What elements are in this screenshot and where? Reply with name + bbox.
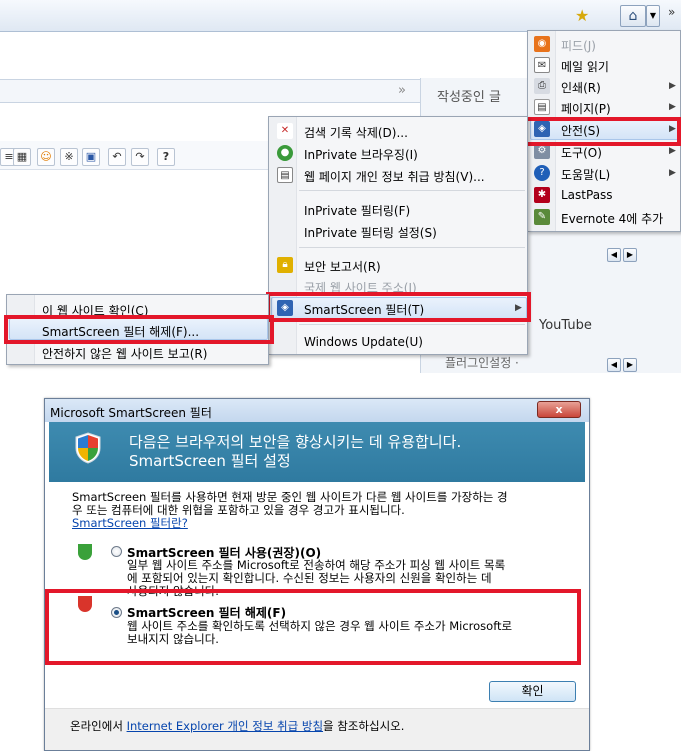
next-arrow-icon[interactable]: ▶ [623, 358, 637, 372]
what-is-smartscreen-link[interactable]: SmartScreen 필터란? [72, 517, 188, 530]
emoticon-icon[interactable]: ☺ [37, 148, 55, 166]
menu-item-evernote[interactable]: Evernote 4에 추가 [561, 210, 663, 227]
menu-item-report-unsafe[interactable]: 안전하지 않은 웹 사이트 보고(R) [42, 345, 207, 362]
evernote-icon: ✎ [534, 209, 550, 225]
highlight-box [266, 292, 531, 322]
menu-item-tools[interactable]: 도구(O) [561, 144, 602, 161]
expand-chevron-icon[interactable]: » [398, 83, 406, 98]
save-disk-icon[interactable]: ▣ [82, 148, 100, 166]
redo-icon[interactable]: ↷ [131, 148, 149, 166]
menu-item-delete-history[interactable]: 검색 기록 삭제(D)... [304, 124, 408, 141]
youtube-link[interactable]: YouTube [539, 318, 592, 333]
ok-button[interactable]: 확인 [489, 681, 576, 702]
editor-title-strip: » [0, 79, 420, 103]
help-question-icon[interactable]: ? [157, 148, 175, 166]
header-line-1: 다음은 브라우저의 보안을 향상시키는 데 유용합니다. [129, 433, 462, 451]
submenu-arrow-icon: ▶ [669, 81, 676, 91]
menu-item-help[interactable]: 도움말(L) [561, 166, 610, 183]
dialog-titlebar: Microsoft SmartScreen 필터 x [45, 399, 589, 422]
menu-item-page[interactable]: 페이지(P) [561, 100, 611, 117]
prev-arrow-icon[interactable]: ◀ [607, 358, 621, 372]
menu-item-security-report[interactable]: 보안 보고서(R) [304, 258, 381, 275]
page-icon: ▤ [534, 99, 550, 115]
help-icon: ? [534, 165, 550, 181]
undo-icon[interactable]: ↶ [108, 148, 126, 166]
menu-item-inprivate-filtering-settings[interactable]: InPrivate 필터링 설정(S) [304, 224, 437, 241]
close-button[interactable]: x [537, 401, 581, 418]
windows-shield-icon [75, 432, 101, 464]
dialog-footer: 온라인에서 Internet Explorer 개인 정보 취급 방침을 참조하… [45, 708, 589, 750]
highlight-box [4, 315, 274, 344]
dialog-header: 다음은 브라우저의 보안을 향상시키는 데 유용합니다. SmartScreen… [49, 422, 585, 482]
table-icon[interactable]: ▦ [13, 148, 31, 166]
menu-item-lastpass[interactable]: LastPass [561, 188, 613, 202]
prev-arrow-icon[interactable]: ◀ [607, 248, 621, 262]
next-arrow-icon[interactable]: ▶ [623, 248, 637, 262]
browser-screenshot: ★ ⌂ ▼ » » ≡ ▦ ☺ ※ ▣ ↶ ↷ ? 작성중인 글 ◀ ▶ You… [0, 0, 681, 373]
menu-separator [299, 190, 525, 191]
chevron-more-icon[interactable]: » [668, 5, 675, 19]
rss-icon: ◉ [534, 36, 550, 52]
menu-item-read-mail[interactable]: 메일 읽기 [561, 58, 609, 75]
lastpass-icon: ✱ [534, 187, 550, 203]
ie-command-bar: ★ ⌂ ▼ » [0, 0, 681, 32]
menu-item-print[interactable]: 인쇄(R) [561, 79, 601, 96]
home-button[interactable]: ⌂ [620, 5, 646, 27]
special-char-icon[interactable]: ※ [60, 148, 78, 166]
menu-item-inprivate-filtering[interactable]: InPrivate 필터링(F) [304, 202, 410, 219]
plugin-settings-link[interactable]: 플러그인설정 · [445, 354, 519, 371]
menu-item-privacy-policy[interactable]: 웹 페이지 개인 정보 취급 방침(V)... [304, 168, 485, 185]
highlight-box [45, 589, 581, 665]
footer-suffix: 을 참조하십시오. [323, 719, 405, 733]
menu-item-windows-update[interactable]: Windows Update(U) [304, 335, 423, 349]
smartscreen-on-radio[interactable] [111, 546, 122, 557]
submenu-arrow-icon: ▶ [669, 102, 676, 112]
menu-separator [299, 324, 525, 325]
mail-icon: ✉ [534, 57, 550, 73]
home-dropdown-icon[interactable]: ▼ [646, 5, 660, 27]
smartscreen-dialog: Microsoft SmartScreen 필터 x 다음은 브라우저의 보안을… [44, 398, 590, 751]
inprivate-icon: ● [277, 145, 293, 161]
privacy-policy-link[interactable]: Internet Explorer 개인 정보 취급 방침 [127, 719, 323, 733]
footer-prefix: 온라인에서 [70, 719, 127, 733]
highlight-box [524, 117, 681, 146]
delete-history-icon: ✕ [277, 123, 293, 139]
header-line-2: SmartScreen 필터 설정 [129, 452, 291, 470]
submenu-arrow-icon: ▶ [669, 146, 676, 156]
privacy-icon: ▤ [277, 167, 293, 183]
dialog-title: Microsoft SmartScreen 필터 [50, 406, 212, 420]
menu-item-feeds[interactable]: 피드(J) [561, 37, 596, 54]
menu-separator [299, 247, 525, 248]
favorites-star-icon[interactable]: ★ [575, 7, 593, 25]
menu-item-inprivate-browsing[interactable]: InPrivate 브라우징(I) [304, 146, 418, 163]
side-panel-title: 작성중인 글 [437, 90, 501, 105]
print-icon: ⎙ [534, 78, 550, 94]
lock-icon: 🔒︎ [277, 257, 293, 273]
submenu-arrow-icon: ▶ [669, 168, 676, 178]
green-shield-icon [78, 544, 92, 560]
footer-text: 온라인에서 Internet Explorer 개인 정보 취급 방침을 참조하… [70, 720, 404, 733]
